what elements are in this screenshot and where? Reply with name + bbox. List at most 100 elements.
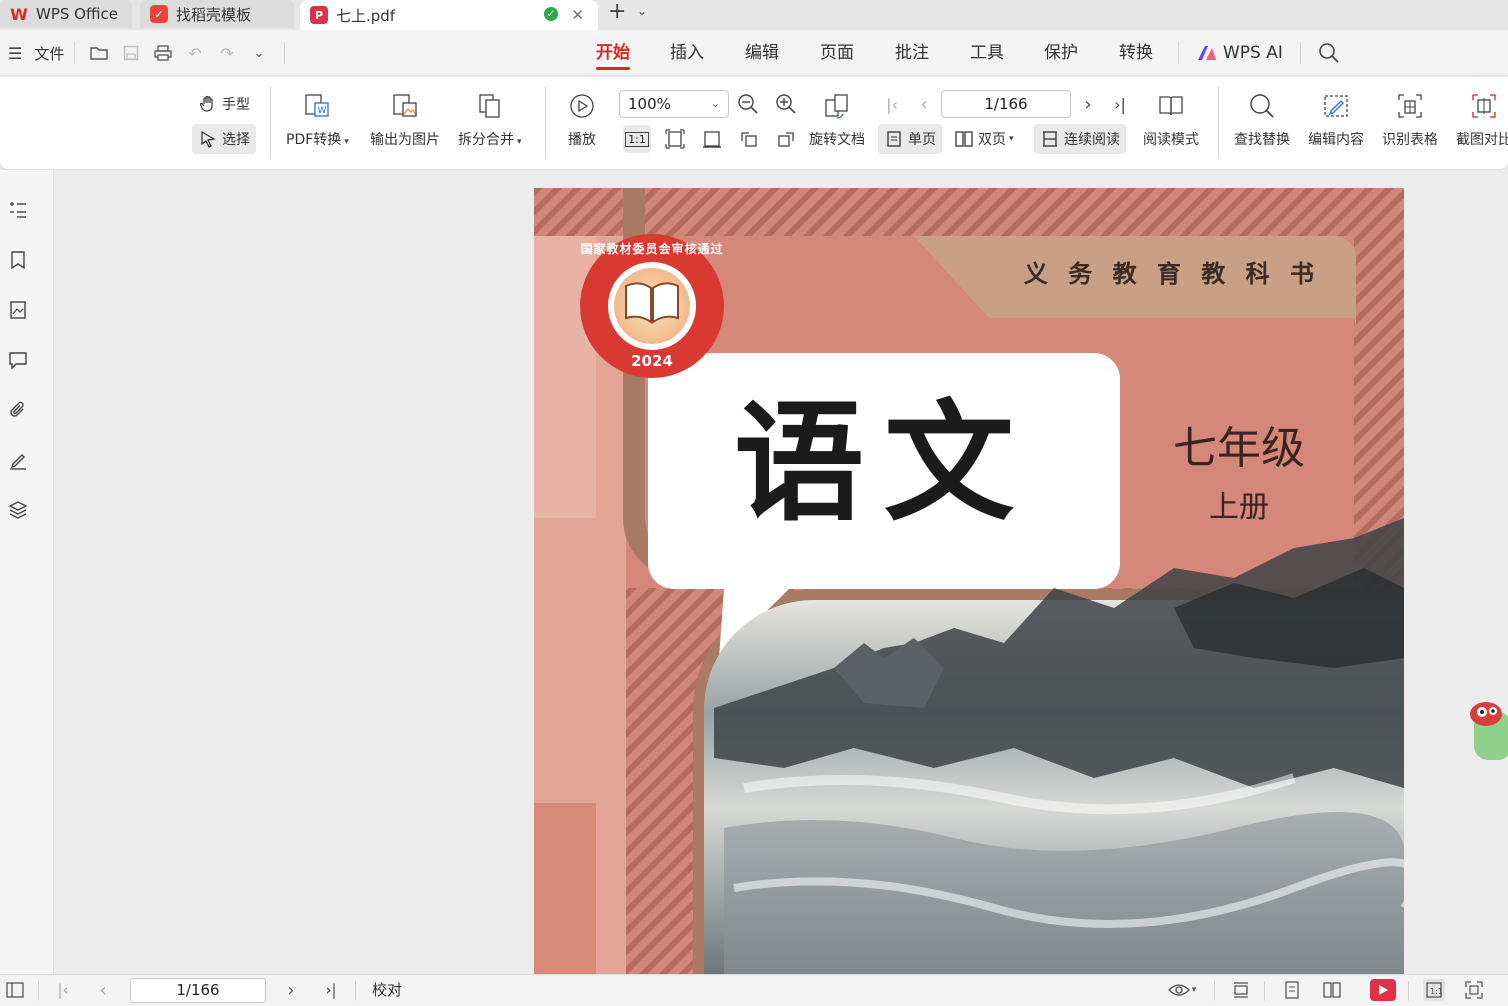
double-page-button[interactable]: 双页 ▾ <box>948 124 1020 154</box>
tab-label: 找稻壳模板 <box>176 5 252 24</box>
divider <box>38 981 39 1001</box>
bookmark-icon[interactable] <box>7 249 29 271</box>
tab-comment[interactable]: 批注 <box>895 30 929 76</box>
save-icon[interactable] <box>120 42 142 64</box>
zoom-select[interactable]: 100% ⌄ <box>619 90 729 118</box>
print-icon[interactable] <box>152 42 174 64</box>
split-merge-button[interactable]: 拆分合并 ▾ <box>458 91 522 149</box>
tab-label: WPS Office <box>36 5 118 23</box>
play-button[interactable]: 播放 <box>567 91 597 149</box>
zoom-out-button[interactable] <box>734 90 762 118</box>
find-replace-button[interactable]: 查找替换 <box>1234 91 1290 149</box>
new-tab-icon[interactable]: + <box>608 0 626 24</box>
fit-page-icon <box>665 129 685 149</box>
hand-tool-button[interactable]: 手型 <box>192 89 256 119</box>
page-number-input[interactable]: 1/166 <box>941 90 1071 118</box>
outline-icon[interactable] <box>7 199 29 221</box>
export-image-button[interactable]: 输出为图片 <box>370 91 440 149</box>
tab-page[interactable]: 页面 <box>820 30 854 76</box>
last-page-button[interactable]: ›| <box>1106 90 1134 118</box>
play-label: 播放 <box>568 132 596 148</box>
hand-tool-label: 手型 <box>222 97 250 113</box>
attachment-icon[interactable] <box>7 399 29 421</box>
find-replace-label: 查找替换 <box>1234 132 1290 148</box>
recognize-table-button[interactable]: 识别表格 <box>1382 91 1438 149</box>
fit-width-button[interactable] <box>698 125 726 153</box>
edit-content-icon <box>1321 91 1351 121</box>
open-folder-icon[interactable] <box>88 42 110 64</box>
first-page-icon[interactable]: |‹ <box>52 979 74 1001</box>
document-viewport[interactable]: 2024 国家教材委员会审核通过 义 务 教 育 教 科 书 语文 七年级 上册 <box>55 170 1508 974</box>
single-page-view-icon[interactable] <box>1281 979 1303 1001</box>
layers-icon[interactable] <box>7 499 29 521</box>
zoom-out-icon <box>738 94 758 114</box>
chevron-right-icon[interactable]: › <box>280 979 302 1001</box>
chevron-down-icon[interactable]: ⌄ <box>637 4 647 18</box>
svg-text:W: W <box>318 106 327 116</box>
file-menu-button[interactable]: ☰ 文件 <box>8 30 64 76</box>
next-page-button[interactable]: › <box>1074 90 1102 118</box>
saved-check-icon: ✓ <box>544 7 558 21</box>
reading-mode-label: 阅读模式 <box>1143 132 1199 148</box>
zoom-in-button[interactable] <box>772 90 800 118</box>
first-page-icon: |‹ <box>886 94 898 114</box>
fit-page-button[interactable] <box>661 125 689 153</box>
proofread-button[interactable]: 校对 <box>372 975 402 1006</box>
tab-docer-templates[interactable]: ✓ 找稻壳模板 <box>140 0 294 28</box>
tab-start[interactable]: 开始 <box>596 30 630 76</box>
wps-ai-button[interactable]: WPS AI <box>1197 30 1283 76</box>
rotate-left-button[interactable] <box>735 125 763 153</box>
tab-pdf-document[interactable]: P 七上.pdf ✓ ✕ <box>300 0 598 30</box>
select-tool-button[interactable]: 选择 <box>192 124 256 154</box>
actual-size-button[interactable]: 1:1 <box>623 125 651 153</box>
divider <box>74 42 75 64</box>
comment-icon[interactable] <box>7 349 29 371</box>
tab-protect[interactable]: 保护 <box>1044 30 1078 76</box>
first-page-button[interactable]: |‹ <box>878 90 906 118</box>
toggle-sidebar-icon[interactable] <box>4 979 26 1001</box>
split-merge-icon <box>475 91 505 121</box>
reading-mode-button[interactable]: 阅读模式 <box>1143 91 1199 149</box>
redo-icon[interactable]: ↷ <box>216 42 238 64</box>
rotate-document-button[interactable]: 旋转文档 <box>809 91 865 149</box>
continuous-reading-button[interactable]: 连续阅读 <box>1034 124 1126 154</box>
tab-insert[interactable]: 插入 <box>670 30 704 76</box>
cover-volume: 上册 <box>1209 490 1269 525</box>
status-page-input[interactable]: 1/166 <box>130 978 266 1003</box>
last-page-icon[interactable]: ›| <box>320 979 342 1001</box>
tab-edit[interactable]: 编辑 <box>745 30 779 76</box>
actual-size-label: 1:1 <box>625 131 649 147</box>
chevron-down-icon: ⌄ <box>710 97 720 110</box>
single-page-label: 单页 <box>908 132 936 148</box>
chevron-left-icon[interactable]: ‹ <box>92 979 114 1001</box>
continuous-view-icon[interactable] <box>1230 979 1252 1001</box>
chevron-down-icon[interactable]: ⌄ <box>248 42 270 64</box>
pdf-convert-button[interactable]: W PDF转换 ▾ <box>286 91 349 149</box>
slideshow-play-button[interactable] <box>1370 979 1396 1001</box>
screenshot-compare-button[interactable]: 截图对比 <box>1456 91 1508 149</box>
tab-label: 七上.pdf <box>336 6 396 25</box>
divider <box>270 87 271 159</box>
assistant-mascot-icon[interactable] <box>1468 698 1508 762</box>
thumbnail-icon[interactable] <box>7 299 29 321</box>
tab-wps-office[interactable]: W WPS Office <box>0 0 132 28</box>
search-icon[interactable] <box>1318 42 1340 64</box>
tab-convert[interactable]: 转换 <box>1119 30 1153 76</box>
undo-icon[interactable]: ↶ <box>184 42 206 64</box>
close-tab-icon[interactable]: ✕ <box>571 6 584 24</box>
seal-text: 国家教材委员会审核通过 <box>580 242 724 256</box>
previous-page-button[interactable]: ‹ <box>910 90 938 118</box>
actual-size-icon[interactable]: 1:1 <box>1423 979 1445 1001</box>
rotate-right-button[interactable] <box>772 125 800 153</box>
eye-protection-icon[interactable]: ▾ <box>1164 979 1200 1001</box>
cover-title: 语文 <box>734 386 1035 539</box>
select-tool-label: 选择 <box>222 132 250 148</box>
single-page-button[interactable]: 单页 <box>878 124 942 154</box>
double-page-view-icon[interactable] <box>1321 979 1343 1001</box>
signature-icon[interactable] <box>7 449 29 471</box>
tab-tools[interactable]: 工具 <box>970 30 1004 76</box>
edit-content-button[interactable]: 编辑内容 <box>1308 91 1364 149</box>
fullscreen-icon[interactable] <box>1463 979 1485 1001</box>
left-sidebar <box>0 170 54 974</box>
play-icon <box>567 91 597 121</box>
